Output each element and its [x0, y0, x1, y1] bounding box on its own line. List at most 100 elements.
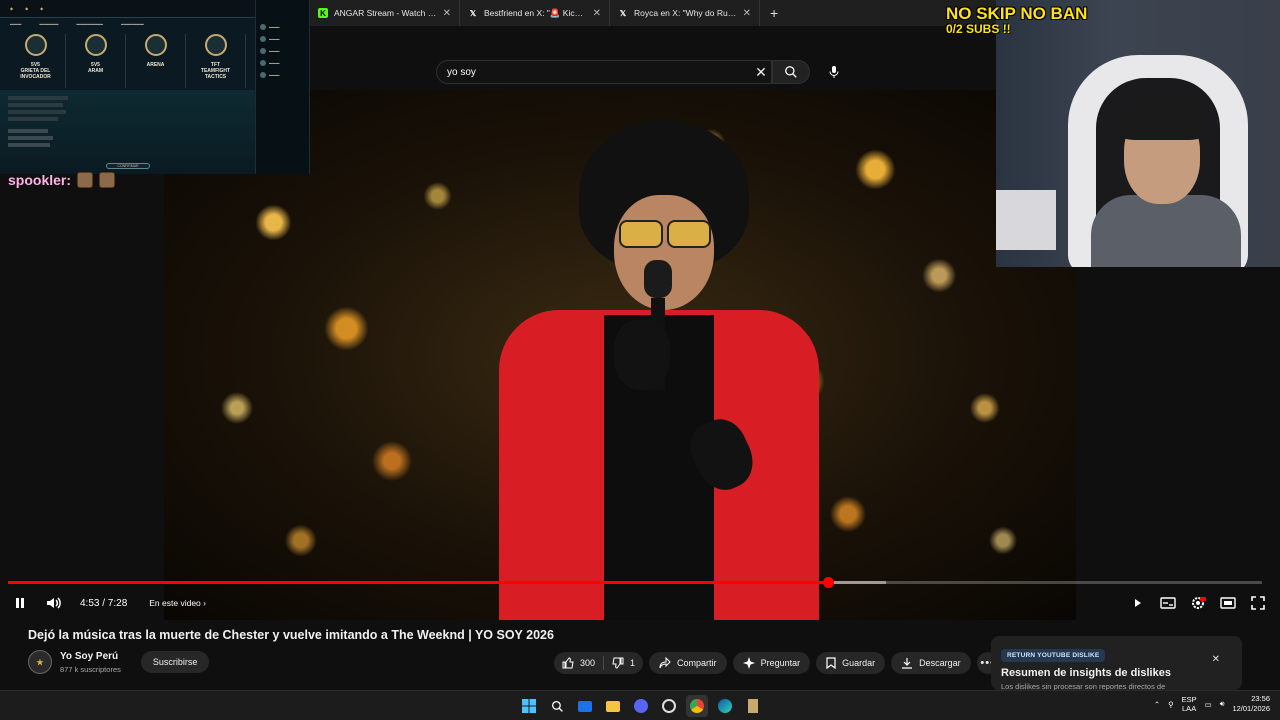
pause-button[interactable]	[8, 592, 32, 614]
dislike-count: 1	[630, 658, 636, 668]
tab-title: ANGAR Stream - Watch Live on	[334, 8, 437, 18]
close-icon[interactable]: ✕	[1212, 654, 1220, 665]
channel-avatar[interactable]: ★	[28, 650, 52, 674]
close-icon[interactable]: ✕	[443, 8, 451, 19]
keyboard-layout: LAA	[1182, 704, 1197, 713]
start-button[interactable]	[518, 695, 540, 717]
outlook-app[interactable]	[574, 695, 596, 717]
folder-icon	[606, 700, 620, 712]
share-icon	[659, 657, 671, 669]
game-mode-card[interactable]: 5V5 ARAM	[66, 34, 126, 88]
discord-icon	[634, 699, 648, 713]
settings-button[interactable]	[1186, 592, 1210, 614]
clear-search-icon[interactable]: ✕	[751, 64, 771, 81]
windows-taskbar: ⌃ ⚲ ESP LAA ▭ 🔊︎ 23:56 12/01/2026	[0, 690, 1280, 720]
pause-icon	[16, 598, 24, 608]
like-dislike-group: 300 1	[554, 652, 644, 674]
new-tab-button[interactable]: +	[760, 5, 788, 21]
subscriber-count: 877 k suscriptores	[60, 664, 121, 674]
game-mode-card[interactable]: 5V5 GRIETA DEL INVOCADOR	[6, 34, 66, 88]
chapter-button[interactable]: En este video ›	[149, 598, 206, 608]
language-indicator[interactable]: ESP LAA	[1182, 695, 1197, 713]
performer-image	[499, 120, 819, 620]
taskbar-search[interactable]	[546, 695, 568, 717]
fullscreen-icon	[1251, 596, 1265, 610]
video-title: Dejó la música tras la muerte de Chester…	[28, 628, 554, 642]
save-button[interactable]: Guardar	[816, 652, 886, 674]
clock[interactable]: 23:56 12/01/2026	[1232, 694, 1270, 714]
chevron-up-icon[interactable]: ⌃	[1154, 700, 1160, 709]
league-icon	[748, 699, 758, 713]
next-button[interactable]	[1126, 592, 1150, 614]
location-icon[interactable]: ⚲	[1168, 700, 1174, 709]
voice-search-button[interactable]	[822, 60, 846, 84]
search-box: ✕	[436, 60, 772, 84]
browser-tab[interactable]: 𝕏 Bestfriend en X: "🚨 Kick Strea ✕	[460, 0, 610, 26]
system-tray: ⌃ ⚲ ESP LAA ▭ 🔊︎ 23:56 12/01/2026	[1154, 694, 1270, 714]
theater-icon	[1220, 597, 1236, 609]
theater-mode-button[interactable]	[1216, 592, 1240, 614]
tab-title: Bestfriend en X: "🚨 Kick Strea	[484, 7, 587, 18]
channel-name[interactable]: Yo Soy Perú	[60, 651, 121, 662]
gear-icon	[1192, 597, 1206, 609]
chapter-label: En este video	[149, 598, 201, 608]
bookmark-icon	[826, 657, 836, 669]
clock-time: 23:56	[1251, 694, 1270, 703]
play-next-icon	[1135, 599, 1141, 607]
download-label: Descargar	[919, 658, 961, 668]
download-icon	[902, 658, 913, 669]
player-controls: 4:53 / 7:28 En este video ›	[8, 592, 1270, 614]
chrome-icon	[690, 699, 704, 713]
rift-icon	[24, 34, 47, 56]
channel-row: ★ Yo Soy Perú 877 k suscriptores Suscrib…	[28, 650, 210, 674]
chat-username: spookler:	[8, 172, 72, 188]
chrome-app[interactable]	[686, 695, 708, 717]
close-icon[interactable]: ✕	[743, 8, 751, 19]
subs-goal: 0/2 SUBS !!	[946, 22, 1011, 36]
dislike-button[interactable]: 1	[604, 652, 643, 674]
video-progress-bar[interactable]	[8, 577, 1262, 588]
download-button[interactable]: Descargar	[891, 652, 971, 674]
like-button[interactable]: 300	[554, 652, 603, 674]
steam-app[interactable]	[658, 695, 680, 717]
thumbs-down-icon	[612, 657, 624, 669]
game-mode-details	[0, 90, 255, 174]
arena-icon	[144, 34, 167, 56]
edge-app[interactable]	[714, 695, 736, 717]
extension-badge: RETURN YOUTUBE DISLIKE	[1001, 649, 1106, 662]
like-count: 300	[580, 658, 596, 668]
search-button[interactable]	[772, 60, 810, 84]
network-icon[interactable]: ▭	[1205, 700, 1212, 709]
game-mode-card[interactable]: ARENA	[126, 34, 186, 88]
discord-app[interactable]	[630, 695, 652, 717]
close-icon[interactable]: ✕	[593, 8, 601, 19]
search-icon	[551, 700, 563, 712]
search-input[interactable]	[447, 66, 751, 78]
subscribe-button[interactable]: Suscribirse	[140, 651, 210, 673]
ask-button[interactable]: Preguntar	[732, 652, 811, 674]
game-mode-card[interactable]: TFT TEAMFIGHT TACTICS	[186, 34, 246, 88]
steam-icon	[662, 699, 676, 713]
tab-title: Royca en X: "Why do Russians	[634, 8, 737, 18]
search-icon	[785, 66, 797, 78]
league-app[interactable]	[742, 695, 764, 717]
game-mode-label: 5V5 GRIETA DEL INVOCADOR	[20, 62, 51, 80]
explorer-app[interactable]	[602, 695, 624, 717]
share-button[interactable]: Compartir	[649, 652, 727, 674]
browser-tab[interactable]: 𝕏 Royca en X: "Why do Russians ✕	[610, 0, 760, 26]
volume-button[interactable]	[42, 592, 66, 614]
confirm-button[interactable]: CONFIRMAR	[106, 163, 150, 169]
save-label: Guardar	[842, 658, 876, 668]
browser-tab[interactable]: K ANGAR Stream - Watch Live on ✕	[310, 0, 460, 26]
captions-icon	[1160, 597, 1176, 609]
speaker-icon[interactable]: 🔊︎	[1220, 699, 1225, 709]
ask-label: Preguntar	[760, 658, 801, 668]
fullscreen-button[interactable]	[1246, 592, 1270, 614]
game-mode-label: 5V5 ARAM	[88, 62, 103, 74]
friends-list: ▬▬▬ ▬▬▬ ▬▬▬ ▬▬▬ ▬▬▬	[255, 0, 309, 174]
share-label: Compartir	[677, 658, 717, 668]
game-client-overlay: ◆ ◆ ◆ ▬▬▬ ▬▬▬▬▬ ▬▬▬▬▬▬▬ ▬▬▬▬▬▬ 5V5 GRIETA DEL…	[0, 0, 310, 174]
emote-icon	[99, 172, 116, 188]
subtitles-button[interactable]	[1156, 592, 1180, 614]
microphone-icon	[829, 66, 839, 78]
